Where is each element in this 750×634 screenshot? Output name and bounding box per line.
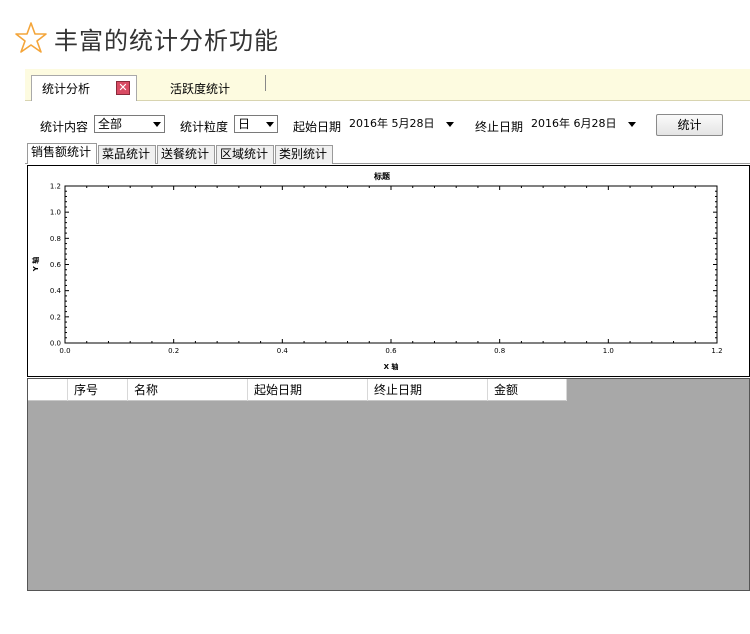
x-tick-label: 0.2 (168, 347, 179, 355)
y-tick-label: 1.2 (50, 183, 61, 191)
chevron-down-icon (266, 122, 274, 127)
results-grid[interactable]: 序号 名称 起始日期 终止日期 金额 (27, 378, 750, 591)
start-date-value: 2016年 5月28日 (349, 117, 435, 130)
tab-label: 活跃度统计 (170, 81, 231, 96)
end-date-value: 2016年 6月28日 (531, 117, 617, 130)
y-tick-label: 1.0 (50, 209, 61, 217)
tab-sales-statistics[interactable]: 销售额统计 (27, 143, 97, 164)
grid-header: 序号 名称 起始日期 终止日期 金额 (28, 379, 567, 401)
column-header-name[interactable]: 名称 (128, 379, 248, 401)
tab-delivery-statistics[interactable]: 送餐统计 (157, 145, 215, 164)
star-outline-icon (15, 22, 47, 53)
content-label: 统计内容 (40, 120, 89, 134)
x-tick-label: 1.2 (711, 347, 722, 355)
x-tick-label: 0.8 (494, 347, 505, 355)
chevron-down-icon (446, 122, 454, 127)
y-axis-label: Y 轴 (31, 257, 40, 273)
banner-title: 丰富的统计分析功能 (54, 26, 279, 55)
start-date-label: 起始日期 (293, 120, 342, 134)
chart-canvas: 标题 0.0 0.2 0.4 0.6 0.8 1.0 1.2 0.0 0.2 0.4 0.6 0.8… (31, 171, 723, 371)
x-axis: 0.0 0.2 0.4 0.6 0.8 1.0 1.2 (59, 186, 723, 355)
y-tick-label: 0.4 (50, 287, 62, 295)
x-tick-label: 0.6 (385, 347, 397, 355)
tab-label: 统计分析 (42, 82, 91, 96)
start-date-picker[interactable]: 2016年 5月28日 (347, 114, 459, 134)
content-value: 全部 (98, 117, 123, 131)
x-tick-label: 0.4 (277, 347, 289, 355)
content-select[interactable]: 全部 (94, 115, 165, 133)
statistics-button[interactable]: 统计 (656, 114, 723, 136)
chevron-down-icon (153, 122, 161, 127)
tab-separator (265, 75, 266, 91)
plot-frame (64, 185, 718, 344)
chevron-down-icon (628, 122, 636, 127)
query-toolbar: 统计内容 全部 统计粒度 日 起始日期 2016年 5月28日 终止日期 201… (25, 109, 750, 139)
granularity-select[interactable]: 日 (234, 115, 278, 133)
end-date-label: 终止日期 (475, 120, 524, 134)
y-tick-label: 0.2 (50, 313, 61, 321)
close-tab-icon[interactable]: ✕ (116, 81, 130, 95)
y-tick-label: 0.6 (50, 261, 62, 269)
tab-region-statistics[interactable]: 区域统计 (216, 145, 274, 164)
y-tick-label: 0.0 (50, 340, 61, 348)
chart-title: 标题 (373, 171, 391, 181)
granularity-value: 日 (238, 117, 251, 131)
end-date-picker[interactable]: 2016年 6月28日 (529, 114, 641, 134)
grid-corner-cell[interactable] (28, 379, 68, 401)
tab-activity-statistics[interactable]: 活跃度统计 (170, 75, 230, 101)
tab-category-statistics[interactable]: 类别统计 (275, 145, 333, 164)
sales-chart: 标题 0.0 0.2 0.4 0.6 0.8 1.0 1.2 0.0 0.2 0.4 0.6 0.8… (27, 165, 750, 377)
column-header-amount[interactable]: 金额 (488, 379, 567, 401)
column-header-index[interactable]: 序号 (68, 379, 128, 401)
y-axis: 0.0 0.2 0.4 0.6 0.8 1.0 1.2 (50, 183, 717, 348)
tab-statistics-analysis[interactable]: 统计分析 ✕ (31, 75, 137, 101)
x-axis-label: X 轴 (384, 362, 399, 371)
statistics-window: 统计分析 ✕ 活跃度统计 统计内容 全部 统计粒度 日 起始日期 2016年 5… (25, 69, 750, 594)
banner: 丰富的统计分析功能 (14, 20, 279, 56)
x-tick-label: 1.0 (603, 347, 614, 355)
report-tab-bar: 销售额统计 菜品统计 送餐统计 区域统计 类别统计 (25, 143, 750, 164)
document-tab-bar: 统计分析 ✕ 活跃度统计 (25, 69, 750, 101)
granularity-label: 统计粒度 (180, 120, 229, 134)
column-header-start-date[interactable]: 起始日期 (248, 379, 368, 401)
x-tick-label: 0.0 (59, 347, 70, 355)
column-header-end-date[interactable]: 终止日期 (368, 379, 488, 401)
tab-dish-statistics[interactable]: 菜品统计 (98, 145, 156, 164)
y-tick-label: 0.8 (50, 235, 61, 243)
